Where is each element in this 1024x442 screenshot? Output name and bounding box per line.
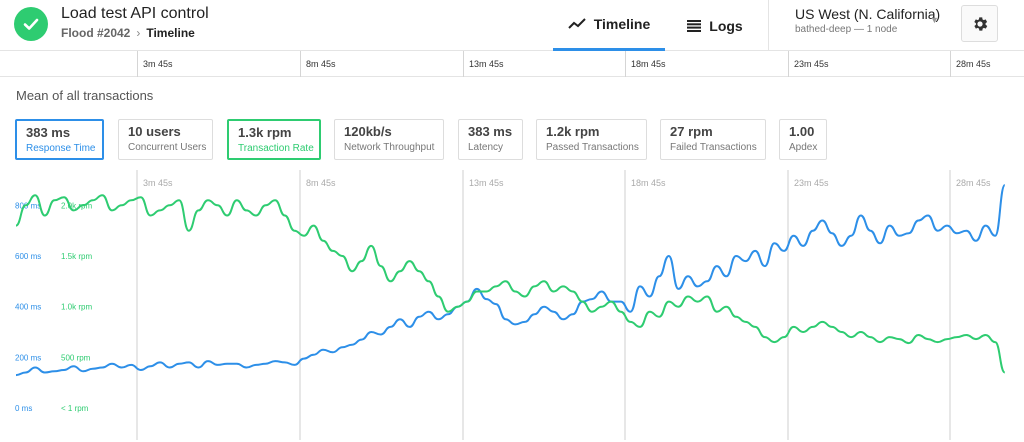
metric-label: Apdex [789,142,818,153]
metric-value: 120kb/s [344,124,392,139]
x-tick-label: 18m 45s [631,178,666,188]
y-left-tick-label: 0 ms [15,404,32,413]
top-header: Load test API control Flood #2042 › Time… [0,0,1024,51]
breadcrumb: Flood #2042 › Timeline [61,26,195,40]
y-right-tick-label: 1.0k rpm [61,303,92,312]
status-check-icon [14,7,48,41]
tab-timeline-label: Timeline [593,16,651,32]
y-left-tick-label: 600 ms [15,252,41,261]
x-tick-label: 13m 45s [469,178,504,188]
metric-card-latency[interactable]: 383 ms Latency [458,119,523,160]
x-tick-label: 3m 45s [143,178,173,188]
breadcrumb-current: Timeline [146,26,195,40]
gear-icon [973,16,987,31]
metric-card-failed-transactions[interactable]: 27 rpm Failed Transactions [660,119,766,160]
breadcrumb-parent-link[interactable]: Flood #2042 [61,26,130,40]
list-icon [687,19,702,32]
metric-label: Concurrent Users [128,142,207,153]
y-right-tick-label: < 1 rpm [61,404,89,413]
metric-value: 1.3k rpm [238,125,292,140]
tab-logs-label: Logs [709,17,743,34]
y-right-tick-label: 500 rpm [61,353,91,362]
time-tick: 3m 45s [137,51,173,77]
metric-value: 10 users [128,124,181,139]
x-tick-label: 28m 45s [956,178,991,188]
y-right-tick-label: 1.5k rpm [61,252,92,261]
metric-label: Failed Transactions [670,142,757,153]
time-axis-row: 3m 45s 8m 45s 13m 45s 18m 45s 23m 45s 28… [0,51,1024,77]
region-name: US West (N. California) [795,6,941,22]
metric-card-transaction-rate[interactable]: 1.3k rpm Transaction Rate [227,119,321,160]
x-tick-label: 23m 45s [794,178,829,188]
tab-timeline[interactable]: Timeline [553,0,665,51]
metric-value: 383 ms [468,124,513,139]
metric-label: Response Time [26,143,96,154]
metric-card-concurrent-users[interactable]: 10 users Concurrent Users [118,119,213,160]
metric-label: Passed Transactions [546,142,639,153]
time-tick: 28m 45s [950,51,991,77]
tab-logs[interactable]: Logs [665,0,765,51]
metric-card-network-throughput[interactable]: 120kb/s Network Throughput [334,119,444,160]
metric-label: Latency [468,142,504,153]
time-tick: 18m 45s [625,51,666,77]
y-left-tick-label: 400 ms [15,303,41,312]
x-tick-label: 8m 45s [306,178,336,188]
metric-card-response-time[interactable]: 383 ms Response Time [15,119,104,160]
metric-value: 27 rpm [670,124,713,139]
metric-value: 383 ms [26,125,71,140]
trend-line-icon [568,18,586,29]
region-subtitle: bathed-deep — 1 node [795,24,898,35]
page-title: Load test API control [61,5,209,22]
time-tick: 8m 45s [300,51,336,77]
metric-value: 1.00 [789,124,815,139]
caret-down-icon: ▼ [930,15,939,25]
settings-button[interactable] [961,5,998,42]
timeline-chart[interactable]: 3m 45s 8m 45s 13m 45s 18m 45s 23m 45s 28m 45s… [0,170,1024,440]
y-left-tick-label: 200 ms [15,353,41,362]
region-selector[interactable]: US West (N. California) bathed-deep — 1 … [768,0,951,51]
metric-label: Transaction Rate [238,143,314,154]
breadcrumb-chevron-icon: › [136,26,141,40]
time-tick: 23m 45s [788,51,829,77]
section-title: Mean of all transactions [16,88,154,103]
metric-value: 1.2k rpm [546,124,600,139]
metric-card-apdex[interactable]: 1.00 Apdex [779,119,827,160]
time-tick: 13m 45s [463,51,504,77]
metric-label: Network Throughput [344,142,435,153]
metric-card-passed-transactions[interactable]: 1.2k rpm Passed Transactions [536,119,647,160]
response-time-series-line [15,184,1006,377]
